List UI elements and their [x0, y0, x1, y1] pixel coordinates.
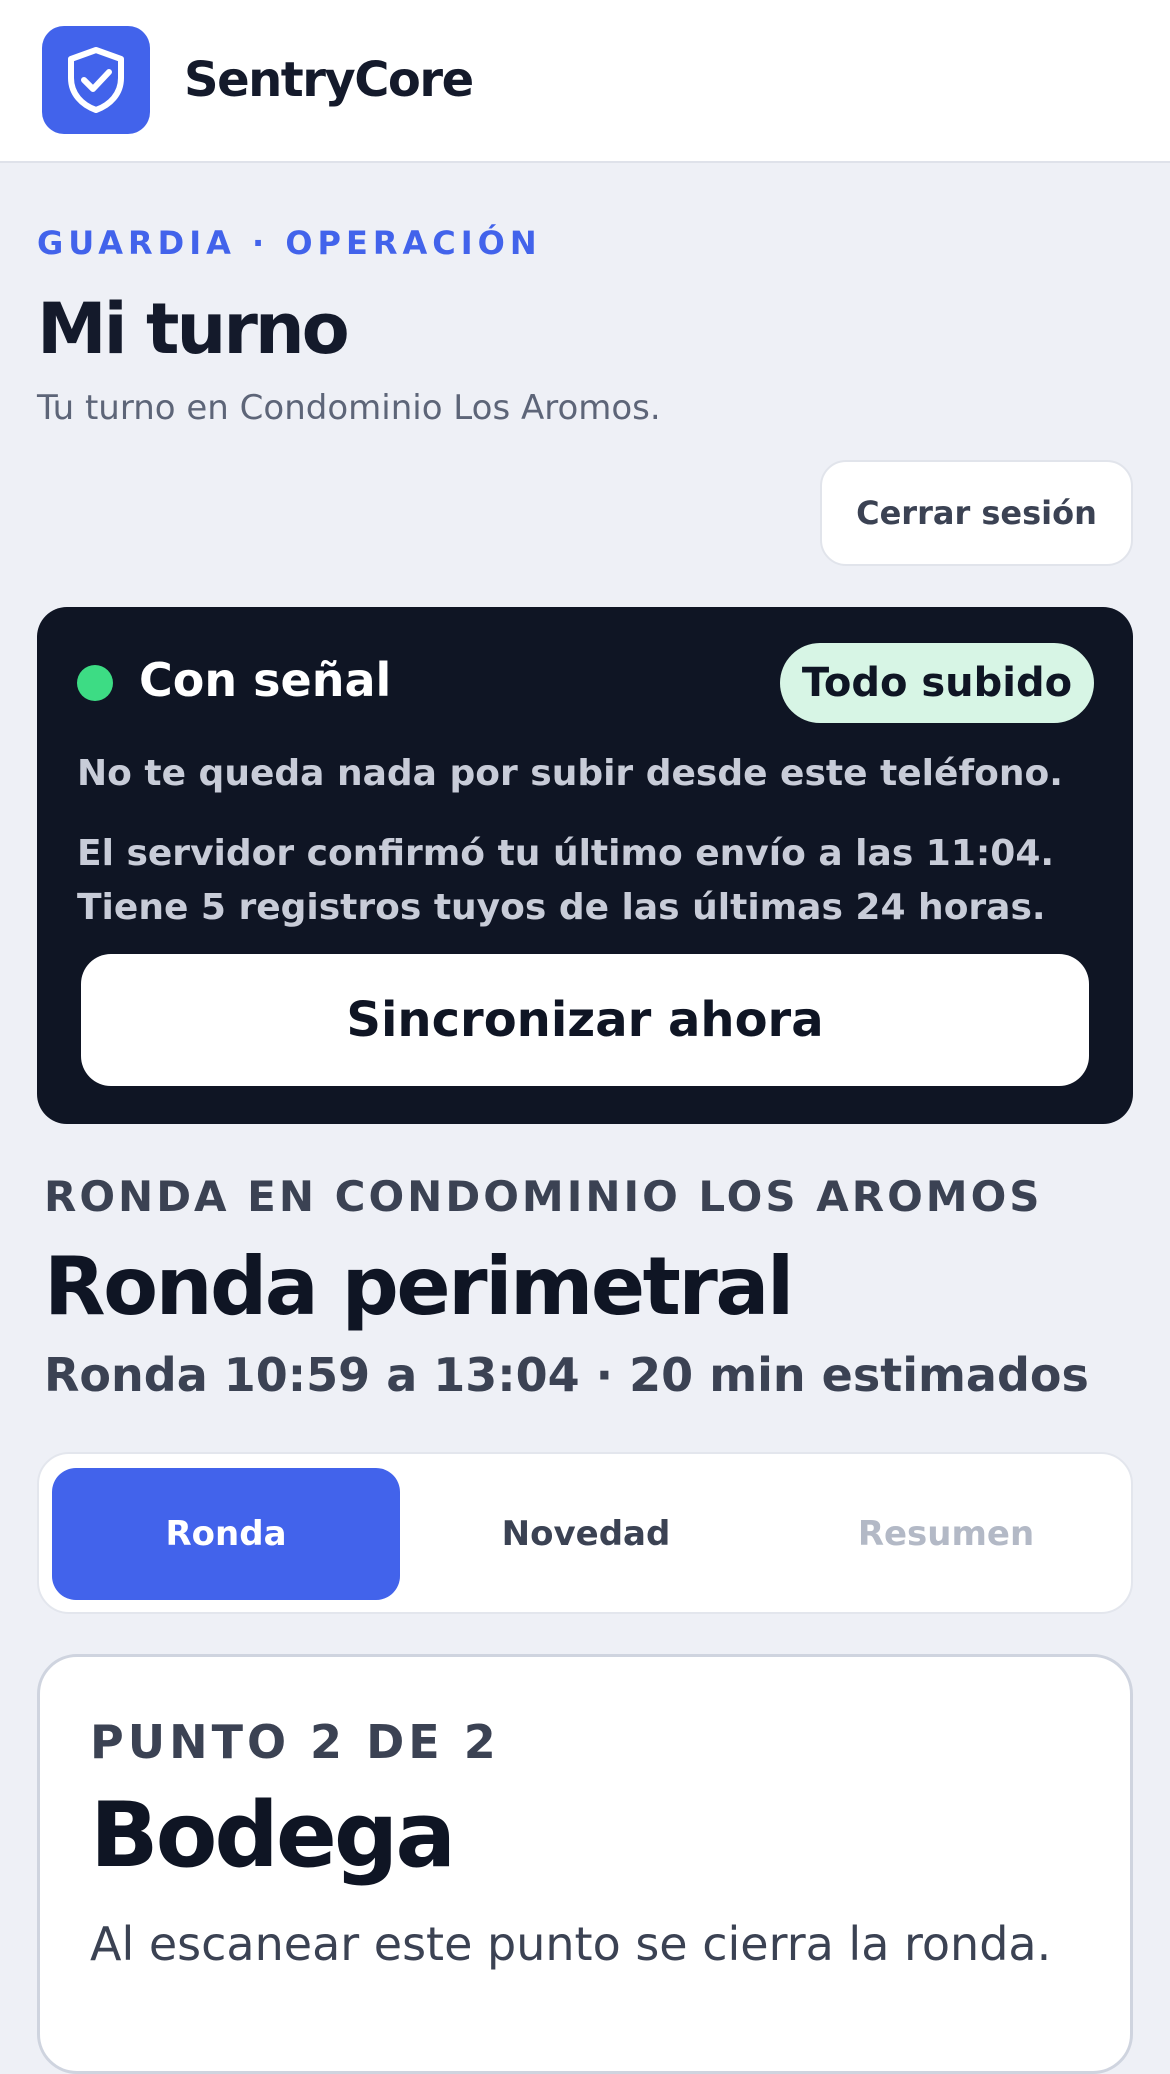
section-eyebrow: GUARDIA · OPERACIÓN	[37, 224, 542, 262]
page-subtitle: Tu turno en Condominio Los Aromos.	[37, 388, 661, 428]
signal-status-label: Con señal	[139, 653, 392, 707]
upload-status-badge: Todo subido	[780, 643, 1094, 723]
round-title: Ronda perimetral	[44, 1240, 794, 1333]
signal-status-dot	[77, 665, 113, 701]
sync-status-card: Con señal Todo subido No te queda nada p…	[37, 607, 1133, 1124]
checkpoint-title: Bodega	[90, 1783, 456, 1888]
logout-button[interactable]: Cerrar sesión	[820, 460, 1133, 566]
checkpoint-description: Al escanear este punto se cierra la rond…	[90, 1917, 1052, 1971]
tab-resumen[interactable]: Resumen	[772, 1468, 1120, 1600]
checkpoint-card: PUNTO 2 DE 2 Bodega Al escanear este pun…	[37, 1654, 1133, 2074]
section-tabs: Ronda Novedad Resumen	[37, 1452, 1133, 1614]
server-confirmation-text: El servidor confirmó tu último envío a l…	[77, 833, 1055, 928]
round-location: RONDA EN CONDOMINIO LOS AROMOS	[44, 1172, 1043, 1221]
round-schedule: Ronda 10:59 a 13:04 · 20 min estimados	[44, 1348, 1089, 1402]
checkpoint-progress: PUNTO 2 DE 2	[90, 1715, 500, 1769]
app-name: SentryCore	[184, 52, 474, 108]
pending-uploads-text: No te queda nada por subir desde este te…	[77, 753, 1063, 794]
app-header: SentryCore	[0, 0, 1170, 163]
shield-check-icon	[42, 26, 150, 134]
sync-now-button[interactable]: Sincronizar ahora	[81, 954, 1089, 1086]
tab-ronda[interactable]: Ronda	[52, 1468, 400, 1600]
tab-novedad[interactable]: Novedad	[412, 1468, 760, 1600]
page-title: Mi turno	[37, 288, 350, 370]
